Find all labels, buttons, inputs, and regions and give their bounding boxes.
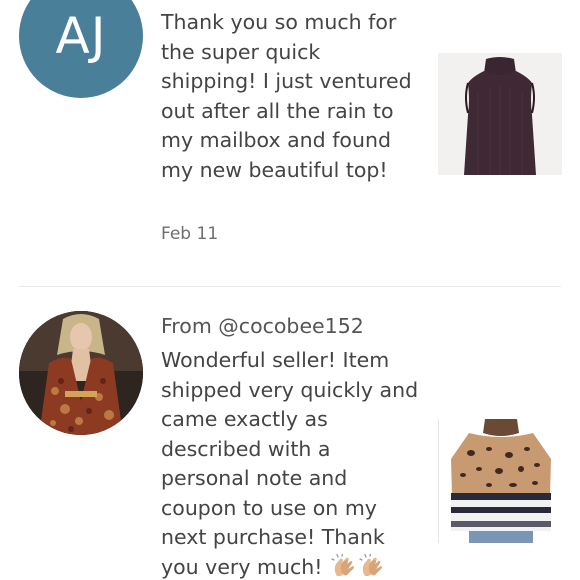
sleeveless-mock-neck-top-photo <box>438 53 562 175</box>
clapping-hands-icon <box>331 552 357 580</box>
review-text-body: Wonderful seller! Item shipped very quic… <box>161 348 419 579</box>
item-thumbnail[interactable] <box>438 53 562 175</box>
runway-model-photo <box>19 311 143 435</box>
avatar-initials: AJ <box>55 7 107 65</box>
review-card: From @cocobee152 Wonderful seller! Item … <box>0 287 580 580</box>
review-card: AJ Thank you so much for the super quick… <box>0 0 580 286</box>
review-date: Feb 11 <box>161 224 219 244</box>
avatar[interactable] <box>19 311 143 435</box>
reviewer-username[interactable]: From @cocobee152 <box>161 313 364 339</box>
item-thumbnail[interactable] <box>438 419 563 543</box>
avatar[interactable]: AJ <box>19 0 143 98</box>
leopard-striped-sweater-photo <box>439 419 563 543</box>
clapping-hands-icon <box>359 552 385 580</box>
review-text: Wonderful seller! Item shipped very quic… <box>161 346 421 580</box>
review-text: Thank you so much for the super quick sh… <box>161 10 412 182</box>
reviews-feed: AJ Thank you so much for the super quick… <box>0 0 580 580</box>
